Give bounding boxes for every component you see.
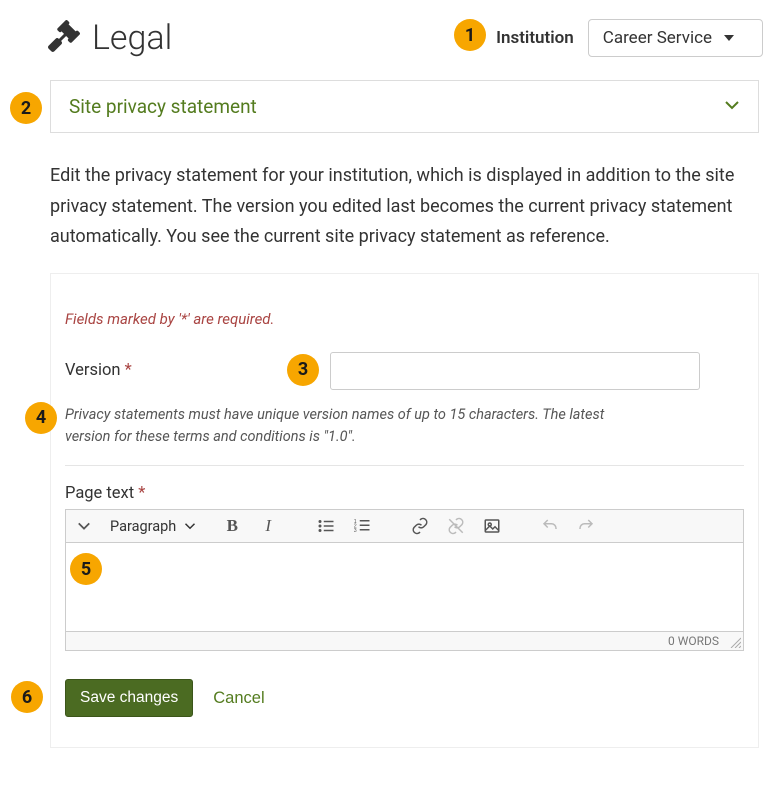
- save-button[interactable]: Save changes: [65, 679, 193, 717]
- version-input[interactable]: [330, 352, 700, 390]
- version-field-row: Version * 3: [65, 352, 744, 390]
- institution-value: Career Service: [603, 28, 712, 48]
- pagetext-label: Page text *: [65, 484, 744, 503]
- caret-down-icon: [724, 35, 734, 41]
- chevron-down-icon: [724, 97, 740, 117]
- required-star-icon: *: [138, 484, 145, 503]
- format-select[interactable]: Paragraph: [110, 518, 206, 535]
- word-count: 0 WORDS: [668, 634, 719, 648]
- gavel-icon: [48, 20, 80, 56]
- page-title: Legal: [92, 18, 172, 58]
- callout-5: 5: [70, 553, 102, 585]
- italic-button[interactable]: I: [258, 516, 278, 536]
- required-star-icon: *: [125, 361, 132, 380]
- form-panel: Fields marked by '*' are required. Versi…: [50, 273, 759, 749]
- divider: [65, 465, 744, 466]
- rich-text-editor: Paragraph B I 123: [65, 509, 744, 651]
- bold-button[interactable]: B: [222, 516, 242, 536]
- version-help-text: Privacy statements must have unique vers…: [65, 404, 624, 448]
- callout-1: 1: [454, 19, 486, 51]
- dropdown-title: Site privacy statement: [69, 95, 257, 118]
- title-wrap: Legal: [48, 18, 172, 58]
- unlink-button: [446, 516, 466, 536]
- institution-label: Institution: [496, 28, 574, 48]
- callout-2: 2: [10, 92, 42, 124]
- required-fields-note: Fields marked by '*' are required.: [65, 310, 744, 328]
- editor-body[interactable]: 5: [66, 543, 743, 631]
- header: Legal 1 Institution Career Service: [8, 10, 767, 76]
- callout-4: 4: [25, 402, 57, 434]
- editor-toolbar: Paragraph B I 123: [66, 510, 743, 543]
- institution-select[interactable]: Career Service: [588, 19, 763, 57]
- toolbar-expand-icon[interactable]: [74, 516, 94, 536]
- privacy-statement-dropdown[interactable]: Site privacy statement: [50, 80, 759, 133]
- callout-6: 6: [11, 681, 43, 713]
- link-button[interactable]: [410, 516, 430, 536]
- undo-button: [540, 516, 560, 536]
- institution-selector-wrap: 1 Institution Career Service: [496, 19, 763, 57]
- actions-row: 6 Save changes Cancel: [51, 679, 758, 717]
- editor-status-bar: 0 WORDS: [66, 631, 743, 650]
- redo-button: [576, 516, 596, 536]
- callout-3: 3: [287, 354, 319, 386]
- ordered-list-button[interactable]: 123: [352, 516, 372, 536]
- description-text: Edit the privacy statement for your inst…: [50, 161, 759, 253]
- cancel-button[interactable]: Cancel: [213, 689, 264, 708]
- bullet-list-button[interactable]: [316, 516, 336, 536]
- svg-text:3: 3: [354, 528, 357, 534]
- image-button[interactable]: [482, 516, 502, 536]
- resize-handle-icon[interactable]: [729, 636, 741, 648]
